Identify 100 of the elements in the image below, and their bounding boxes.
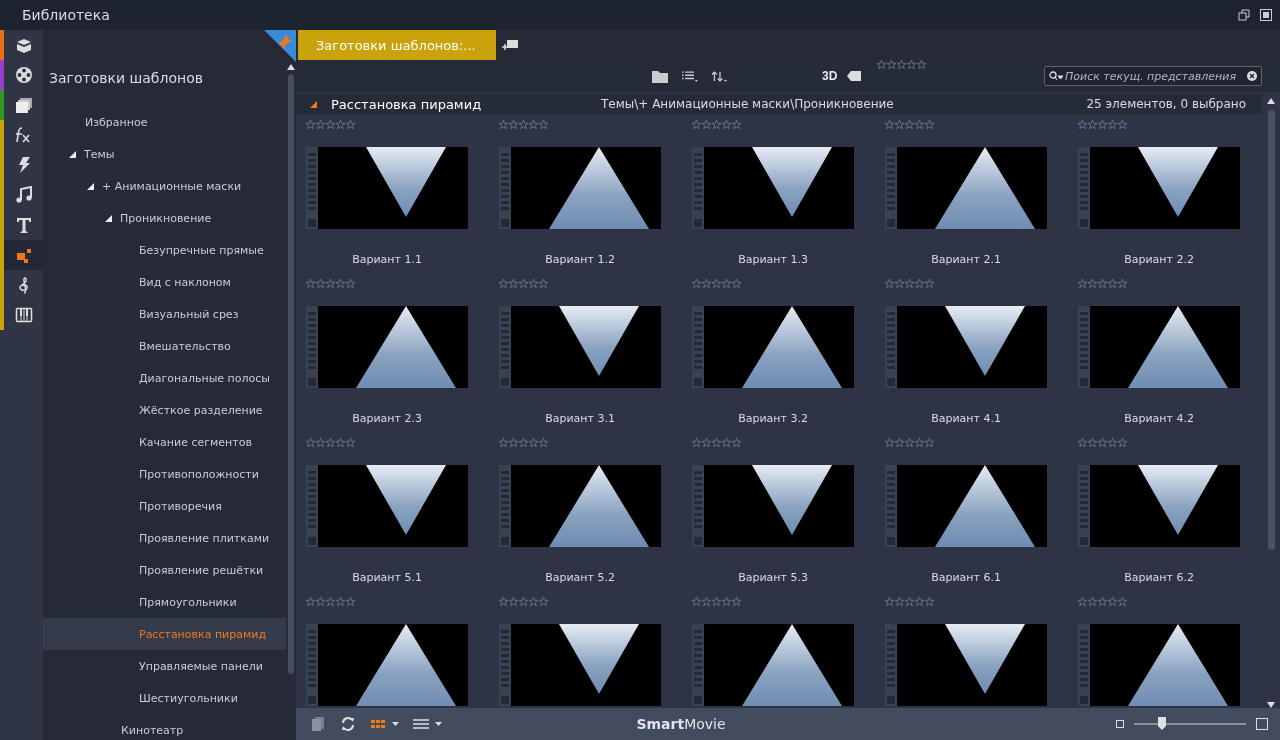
scrollbar-thumb[interactable]: [288, 74, 294, 674]
folder-icon[interactable]: [652, 69, 668, 83]
star-rating[interactable]: [885, 438, 934, 447]
star-icon: [499, 438, 508, 447]
pin-icon[interactable]: [264, 30, 296, 62]
template-thumbnail[interactable]: [306, 465, 468, 547]
template-thumbnail[interactable]: [306, 306, 468, 388]
tree-item[interactable]: Вид с наклоном: [43, 266, 286, 298]
tree-item[interactable]: Управляемые панели: [43, 650, 286, 682]
star-rating[interactable]: [306, 120, 355, 129]
search-field[interactable]: Поиск текущ. представления: [1044, 66, 1262, 86]
clear-icon[interactable]: [1247, 71, 1257, 81]
tree-item[interactable]: Визуальный срез: [43, 298, 286, 330]
star-rating[interactable]: [306, 279, 355, 288]
3d-toggle[interactable]: 3D: [822, 69, 838, 83]
caret-icon[interactable]: [435, 722, 442, 726]
tree-item[interactable]: Шестиугольники: [43, 682, 286, 714]
tree-item[interactable]: Диагональные полосы: [43, 362, 286, 394]
star-icon: [712, 120, 721, 129]
star-rating[interactable]: [306, 597, 355, 606]
template-thumbnail[interactable]: [692, 465, 854, 547]
template-thumbnail[interactable]: [499, 147, 661, 229]
template-thumbnail[interactable]: [306, 624, 468, 706]
star-rating[interactable]: [499, 120, 548, 129]
star-icon: [306, 279, 315, 288]
star-rating[interactable]: [885, 597, 934, 606]
star-icon: [907, 60, 917, 69]
template-thumbnail[interactable]: [1078, 147, 1240, 229]
template-thumbnail[interactable]: [1078, 465, 1240, 547]
star-icon: [915, 438, 924, 447]
template-thumbnail[interactable]: [885, 147, 1047, 229]
template-thumbnail[interactable]: [885, 465, 1047, 547]
sync-icon[interactable]: [340, 716, 356, 732]
menu-icon[interactable]: [413, 716, 429, 732]
star-icon: [895, 597, 904, 606]
star-rating[interactable]: [306, 438, 355, 447]
star-rating[interactable]: [885, 120, 934, 129]
star-icon: [1088, 279, 1097, 288]
detach-window-icon[interactable]: [1260, 9, 1272, 21]
scroll-up-icon[interactable]: [1267, 98, 1275, 104]
tree-item[interactable]: Проникновение: [43, 202, 286, 234]
star-rating[interactable]: [877, 60, 927, 69]
slider-thumb[interactable]: [1158, 717, 1166, 730]
template-thumbnail[interactable]: [306, 147, 468, 229]
template-thumbnail[interactable]: [1078, 306, 1240, 388]
star-rating[interactable]: [1078, 438, 1127, 447]
template-thumbnail[interactable]: [885, 306, 1047, 388]
star-rating[interactable]: [499, 597, 548, 606]
tree-item[interactable]: Расстановка пирамид: [43, 618, 286, 650]
tree-item[interactable]: Кинотеатр: [43, 714, 286, 740]
tree-item[interactable]: Жёсткое разделение: [43, 394, 286, 426]
tree-item[interactable]: Безупречные прямые: [43, 234, 286, 266]
add-tab-icon[interactable]: [501, 39, 518, 51]
star-icon: [692, 438, 701, 447]
expander-icon[interactable]: [69, 150, 76, 158]
library-category-tab[interactable]: [0, 240, 43, 270]
tree-item[interactable]: Проявление решётки: [43, 554, 286, 586]
template-label: Вариант 2.2: [1123, 253, 1195, 266]
tree-item[interactable]: Качание сегментов: [43, 426, 286, 458]
star-rating[interactable]: [692, 438, 741, 447]
list-view-icon[interactable]: [682, 69, 698, 83]
template-thumbnail[interactable]: [692, 147, 854, 229]
star-icon: [1118, 438, 1127, 447]
star-rating[interactable]: [499, 279, 548, 288]
template-thumbnail[interactable]: [499, 306, 661, 388]
scrollbar-thumb[interactable]: [1267, 110, 1275, 550]
zoom-out-icon[interactable]: [1116, 720, 1124, 728]
tree-item[interactable]: Вмешательство: [43, 330, 286, 362]
tree-item[interactable]: Противоположности: [43, 458, 286, 490]
expander-icon[interactable]: [105, 214, 112, 222]
star-icon: [732, 597, 741, 606]
tree-item[interactable]: Прямоугольники: [43, 586, 286, 618]
star-rating[interactable]: [1078, 120, 1127, 129]
star-rating[interactable]: [1078, 279, 1127, 288]
sort-icon[interactable]: [712, 69, 728, 83]
template-thumbnail[interactable]: [499, 624, 661, 706]
template-thumbnail[interactable]: [499, 465, 661, 547]
restore-icon[interactable]: [1238, 9, 1250, 21]
collapse-icon[interactable]: [310, 100, 317, 108]
template-thumbnail[interactable]: [1078, 624, 1240, 706]
star-rating[interactable]: [1078, 597, 1127, 606]
tree-item[interactable]: Проявление плитками: [43, 522, 286, 554]
caret-icon[interactable]: [392, 722, 399, 726]
scroll-up-icon[interactable]: [287, 64, 295, 70]
tree-item[interactable]: Темы: [43, 138, 286, 170]
tree-item[interactable]: Противоречия: [43, 490, 286, 522]
tag-icon[interactable]: [847, 71, 862, 81]
zoom-in-icon[interactable]: [1256, 718, 1268, 730]
copy-icon[interactable]: [310, 716, 326, 732]
expander-icon[interactable]: [87, 182, 94, 190]
star-rating[interactable]: [499, 438, 548, 447]
tree-item[interactable]: Избранное: [43, 106, 286, 138]
star-rating[interactable]: [692, 597, 741, 606]
template-thumbnail[interactable]: [692, 624, 854, 706]
star-rating[interactable]: [885, 279, 934, 288]
template-thumbnail[interactable]: [885, 624, 1047, 706]
star-rating[interactable]: [692, 120, 741, 129]
star-rating[interactable]: [692, 279, 741, 288]
tree-item[interactable]: + Анимационные маски: [43, 170, 286, 202]
template-thumbnail[interactable]: [692, 306, 854, 388]
